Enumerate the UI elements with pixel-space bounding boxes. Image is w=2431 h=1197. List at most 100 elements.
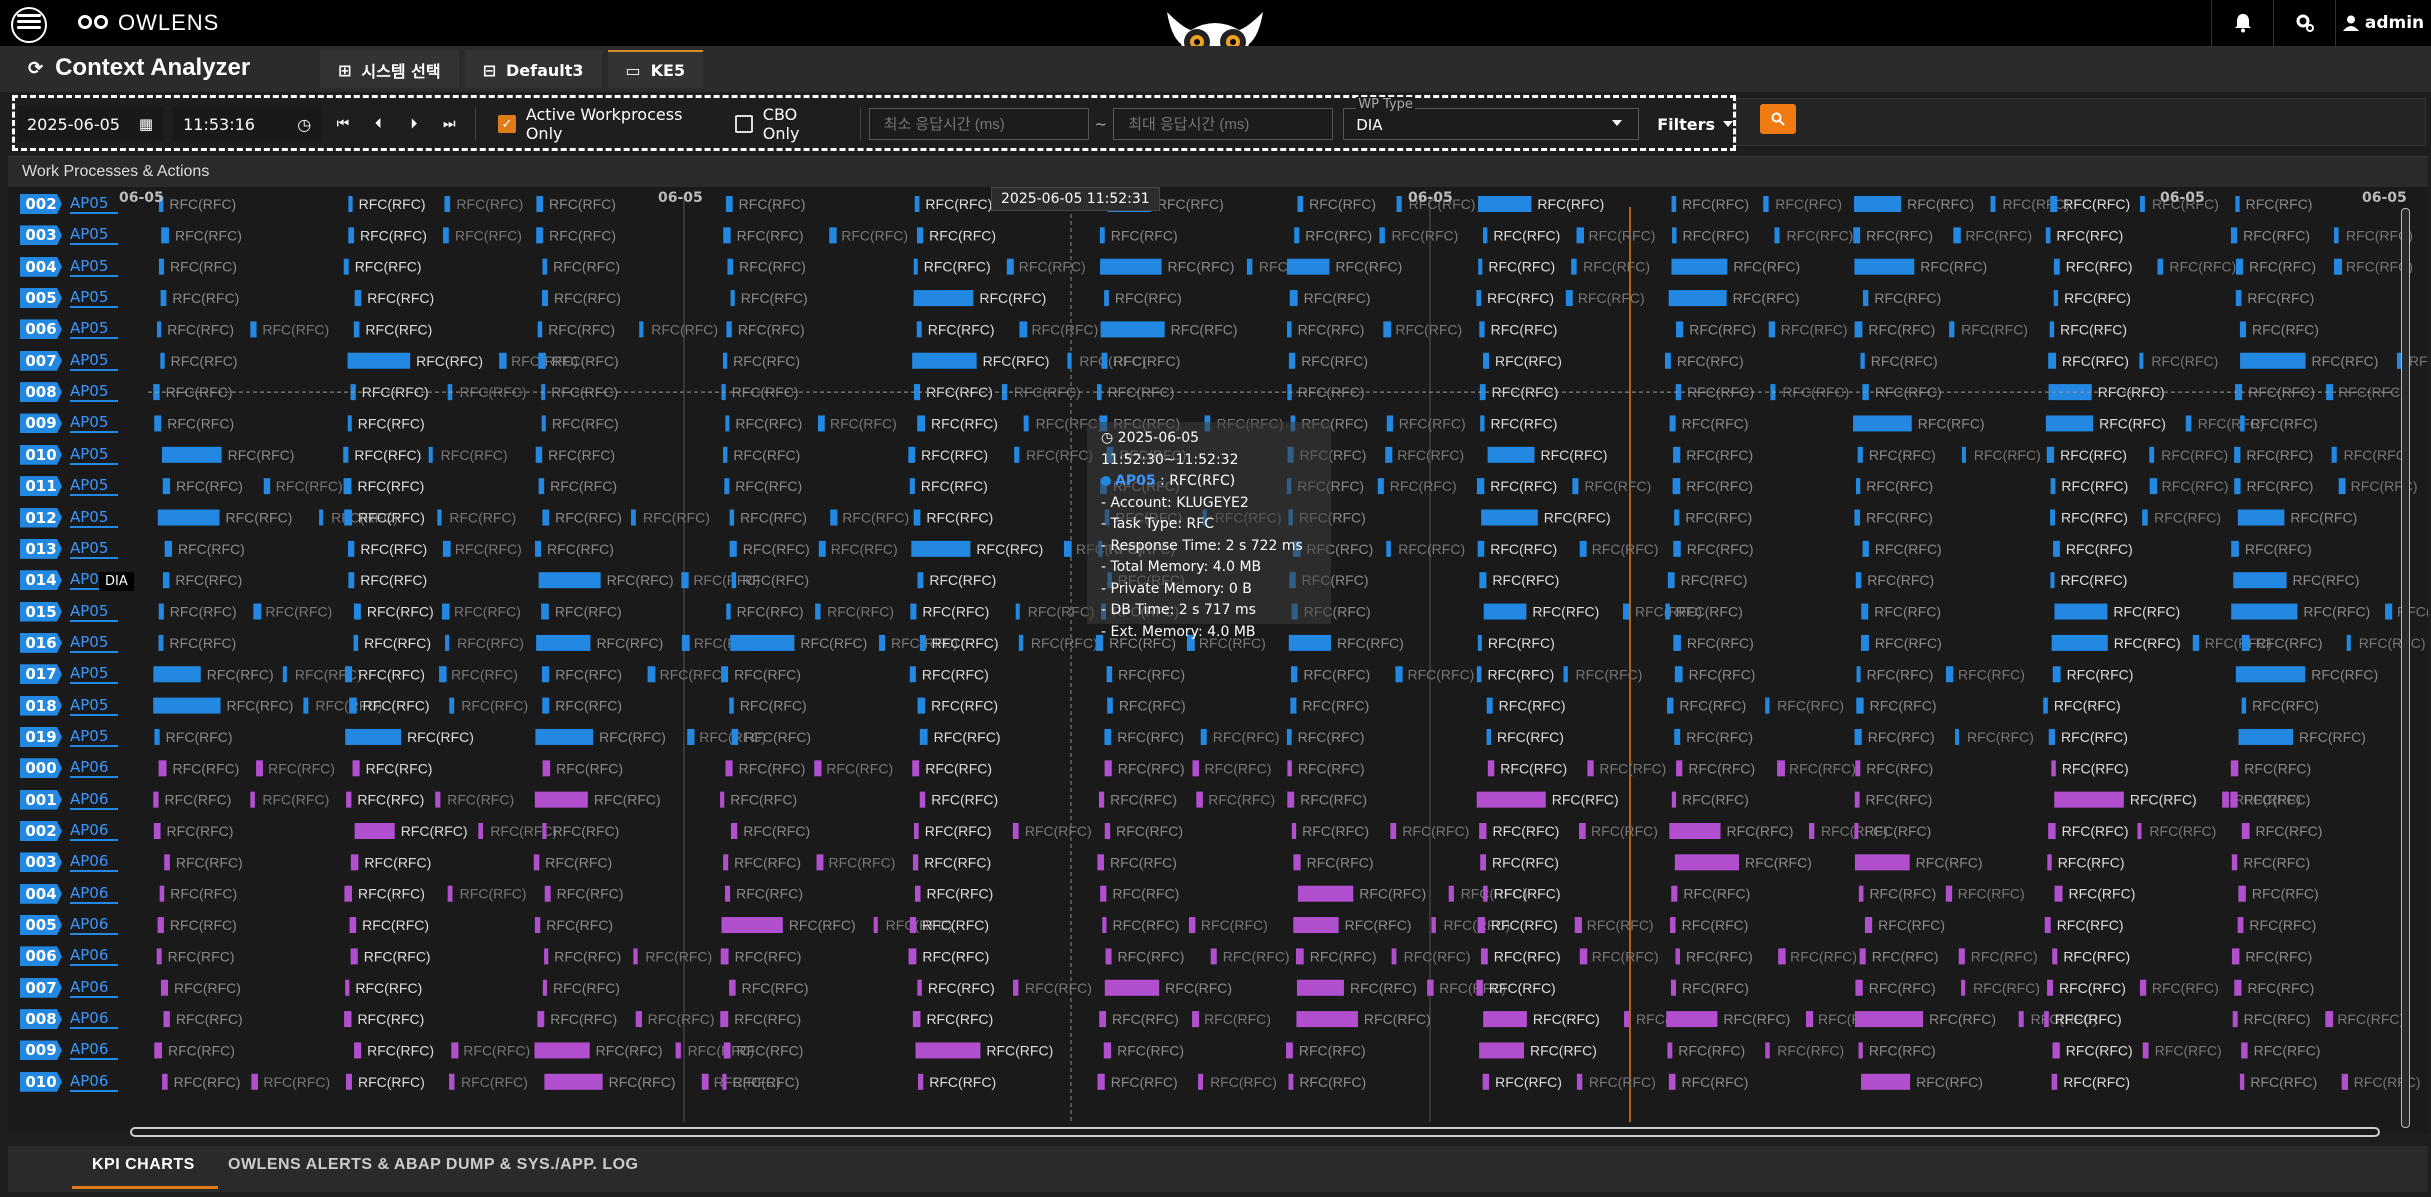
action-bar [1386, 540, 1391, 557]
wp-server-link[interactable]: AP05 [70, 633, 118, 653]
settings-icon[interactable] [2273, 0, 2335, 46]
time-picker[interactable]: 11:53:16 ◷ [173, 106, 322, 142]
action-bar [2050, 509, 2056, 526]
wp-row-label[interactable]: 008 AP06 [20, 1008, 118, 1030]
wp-row-label[interactable]: 015 AP05 [20, 601, 118, 623]
wp-server-link[interactable]: AP06 [70, 758, 118, 779]
wp-row-label[interactable]: 003 AP06 [20, 851, 118, 873]
wp-row-label[interactable]: 007 AP05 [20, 350, 118, 372]
action-bar [2137, 823, 2142, 839]
wp-server-link[interactable]: AP06 [70, 821, 118, 841]
wp-row-label[interactable]: 007 AP06 [20, 977, 118, 999]
horizontal-scrollbar[interactable] [130, 1127, 2380, 1137]
action-label: RFC(RFC) [2169, 259, 2236, 275]
action-bar [2231, 603, 2298, 620]
wp-row-label[interactable]: 002 AP06 [20, 820, 118, 842]
wp-server-link[interactable]: AP05 [70, 351, 118, 371]
wp-row-label[interactable]: 005 AP06 [20, 914, 118, 936]
wp-row-label[interactable]: 013 AP05 [20, 538, 118, 560]
skip-first-button[interactable]: ⏮ [325, 108, 360, 140]
action-label: RFC(RFC) [1689, 321, 1756, 337]
tab-alerts-dump-log[interactable]: OWLENS ALERTS & ABAP DUMP & SYS./APP. LO… [228, 1156, 638, 1174]
action-label: RFC(RFC) [2066, 1042, 2133, 1058]
action-bar [1671, 258, 1728, 275]
user-menu[interactable]: admin [2335, 0, 2431, 46]
wp-server-link[interactable]: AP05 [70, 539, 118, 559]
wp-row-label[interactable]: 009 AP05 [20, 412, 118, 434]
action-label: RFC(RFC) [1115, 290, 1182, 306]
action-bar [723, 446, 728, 463]
max-response-time-input[interactable] [1113, 108, 1334, 140]
min-response-time-input[interactable] [868, 108, 1089, 140]
wp-server-link[interactable]: AP06 [70, 1009, 118, 1030]
skip-last-button[interactable]: ⏭ [432, 108, 467, 140]
bell-icon[interactable] [2211, 0, 2273, 46]
wp-row-label[interactable]: 019 AP05 [20, 726, 118, 748]
wp-server-link[interactable]: AP05 [70, 225, 118, 246]
action-label: RFC(RFC) [1967, 729, 2034, 745]
wp-row-label[interactable]: 002 AP05 [20, 193, 118, 215]
cbo-only-checkbox[interactable]: CBO Only [735, 105, 838, 143]
wp-row-label[interactable]: 004 AP05 [20, 256, 118, 278]
wp-row-label[interactable]: 005 AP05 [20, 287, 118, 309]
filters-dropdown[interactable]: Filters [1657, 115, 1733, 134]
wp-row-label[interactable]: 004 AP06 [20, 883, 118, 905]
wp-server-link[interactable]: AP05 [70, 696, 118, 716]
action-bar [721, 666, 729, 683]
wp-row-label[interactable]: 016 AP05 [20, 632, 118, 654]
wp-server-link[interactable]: AP06 [70, 1040, 118, 1061]
tab-ke5[interactable]: ▭ KE5 [607, 50, 704, 88]
wp-row-label[interactable]: 003 AP05 [20, 224, 118, 246]
wp-server-link[interactable]: AP05 [70, 508, 118, 528]
action-label: RFC(RFC) [1540, 447, 1607, 463]
active-workprocess-checkbox[interactable]: ✓ Active Workprocess Only [498, 105, 721, 143]
wp-row-label[interactable]: 008 AP05 [20, 381, 118, 403]
wp-server-link[interactable]: AP05 [70, 476, 118, 497]
action-label: RFC(RFC) [643, 510, 710, 526]
wp-row-label[interactable]: 018 AP05 [20, 695, 118, 717]
wp-server-link[interactable]: AP06 [70, 915, 118, 936]
wp-row-label[interactable]: 010 AP05 [20, 444, 118, 466]
wp-server-link[interactable]: AP06 [70, 852, 118, 873]
wp-server-link[interactable]: AP06 [70, 790, 118, 810]
tab-system-select[interactable]: ⊞ 시스템 선택 [320, 50, 459, 88]
wp-row-label[interactable]: 012 AP05 [20, 507, 118, 529]
action-label: RFC(RFC) [1210, 1074, 1277, 1090]
vertical-scrollbar[interactable] [2401, 208, 2410, 1128]
wp-server-link[interactable]: AP05 [70, 288, 118, 309]
wp-server-link[interactable]: AP06 [70, 946, 118, 967]
tab-default3[interactable]: ⊟ Default3 [464, 50, 602, 88]
date-picker[interactable]: 2025-06-05 ▦ [17, 106, 164, 142]
wp-server-link[interactable]: AP05 [70, 257, 118, 277]
step-back-button[interactable]: ⏴ [361, 108, 396, 140]
brand-logo[interactable]: OWLENS [78, 10, 219, 36]
wp-server-link[interactable]: AP05 [70, 664, 118, 685]
action-bar [159, 885, 165, 902]
wp-server-link[interactable]: AP06 [70, 978, 118, 998]
wp-server-link[interactable]: AP06 [70, 884, 118, 904]
wp-server-link[interactable]: AP05 [70, 602, 118, 622]
wp-row-label[interactable]: 001 AP06 [20, 789, 118, 811]
wp-server-link[interactable]: AP05 [70, 194, 118, 214]
wp-server-link[interactable]: AP05 [70, 382, 118, 403]
wp-server-link[interactable]: AP05 [70, 727, 118, 747]
step-forward-button[interactable]: ⏵ [396, 108, 431, 140]
menu-icon[interactable] [11, 7, 47, 43]
timeline-chart[interactable]: RFC(RFC) RFC(RFC) RFC(RFC) RFC(RFC) RFC(RFC)… [8, 187, 2428, 1135]
wp-server-link[interactable]: AP06 [70, 1072, 118, 1092]
wp-server-link[interactable]: AP05 [70, 413, 118, 434]
wp-server-link[interactable]: AP05 [70, 319, 118, 340]
wp-type-select[interactable]: WP Type DIA [1343, 97, 1640, 140]
wp-row-label[interactable]: 000 AP06 [20, 757, 118, 779]
wp-row-label[interactable]: 010 AP06 [20, 1071, 118, 1093]
action-label: RFC(RFC) [176, 478, 243, 494]
wp-server-link[interactable]: AP05 [70, 445, 118, 465]
tab-kpi-charts[interactable]: KPI CHARTS [92, 1156, 195, 1174]
wp-row-label[interactable]: 006 AP05 [20, 318, 118, 340]
action-bar [1478, 258, 1483, 275]
wp-row-label[interactable]: 006 AP06 [20, 945, 118, 967]
wp-row-label[interactable]: 009 AP06 [20, 1039, 118, 1061]
wp-row-label[interactable]: 011 AP05 [20, 475, 118, 497]
wp-row-label[interactable]: 017 AP05 [20, 663, 118, 685]
search-button[interactable] [1760, 104, 1796, 134]
